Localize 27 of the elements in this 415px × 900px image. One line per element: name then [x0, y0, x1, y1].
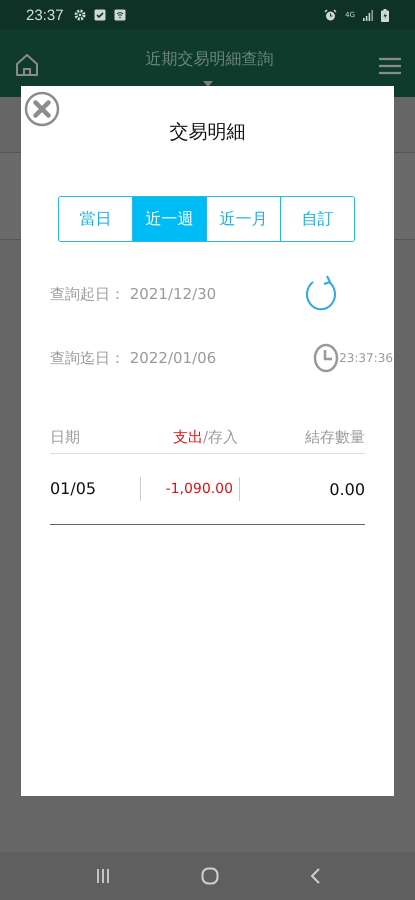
update-time: 23:37:36 [339, 351, 393, 365]
clock-icon [313, 343, 340, 373]
alarm-icon [324, 8, 338, 22]
column-header: 日期 [50, 428, 80, 447]
checkbox-icon [94, 9, 106, 21]
menu-icon[interactable] [379, 56, 401, 74]
column-header: 支出/存入 [172, 428, 238, 447]
end-date-text: 查詢迄日： 2022/01/06 [50, 348, 216, 368]
dialog-title: 交易明細 [168, 120, 246, 145]
period-tab[interactable]: 自訂 [280, 197, 354, 241]
gear-icon [74, 9, 86, 21]
status-time: 23:37 [26, 6, 64, 24]
signal-icon [363, 10, 373, 20]
battery-icon [381, 8, 389, 22]
period-tab[interactable]: 近一週 [132, 197, 206, 241]
amount-cell: -1,090.00 [141, 477, 240, 501]
home-icon[interactable] [14, 52, 40, 78]
column-header: 結存數量 [305, 428, 365, 447]
back-icon[interactable] [308, 867, 320, 885]
start-date-text: 查詢起日： 2021/12/30 [50, 284, 216, 304]
close-icon[interactable] [24, 91, 60, 127]
balance-cell-text: 0.00 [328, 480, 365, 498]
page-title: 近期交易明細查詢 [146, 49, 274, 70]
wifi-icon [114, 9, 126, 21]
recent-apps-icon[interactable] [94, 868, 110, 884]
home-button-icon[interactable] [200, 867, 218, 885]
date-cell: 01/05 [50, 477, 141, 501]
